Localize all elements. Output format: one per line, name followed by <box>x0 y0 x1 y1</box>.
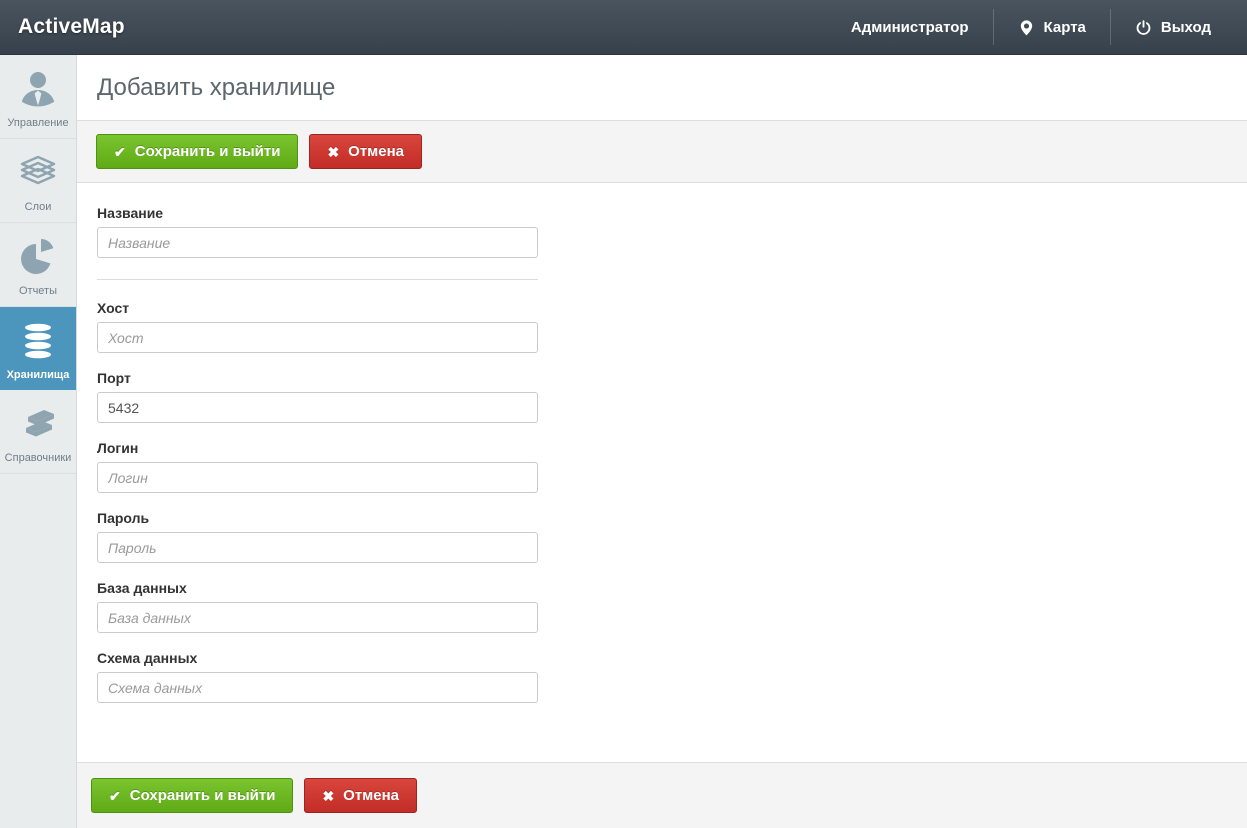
sidebar-item-label: Справочники <box>2 452 74 464</box>
bottom-toolbar: ✔ Сохранить и выйти ✖ Отмена <box>77 762 1247 828</box>
save-button-label: Сохранить и выйти <box>135 143 281 160</box>
field-group-host: Хост <box>97 300 538 353</box>
app-header: ActiveMap Администратор Карта Выход <box>0 0 1247 55</box>
cross-icon: ✖ <box>327 145 339 159</box>
app-logo[interactable]: ActiveMap <box>0 15 125 39</box>
field-label-login: Логин <box>97 440 538 456</box>
top-toolbar: ✔ Сохранить и выйти ✖ Отмена <box>77 120 1247 183</box>
storage-form: Название Хост Порт Логин Пароль База данных Сх… <box>77 183 1247 762</box>
pie-chart-icon <box>18 236 58 278</box>
schema-input[interactable] <box>97 672 538 703</box>
check-icon: ✔ <box>109 789 121 803</box>
sidebar-item-layers[interactable]: Слои <box>0 139 76 223</box>
sidebar-item-label: Управление <box>2 117 74 129</box>
field-label-name: Название <box>97 205 538 221</box>
page-title: Добавить хранилище <box>97 74 1227 102</box>
field-group-port: Порт <box>97 370 538 423</box>
save-button[interactable]: ✔ Сохранить и выйти <box>96 134 298 169</box>
field-divider <box>97 279 538 280</box>
database-icon <box>18 320 58 362</box>
header-logout-label: Выход <box>1161 19 1211 36</box>
login-input[interactable] <box>97 462 538 493</box>
database-input[interactable] <box>97 602 538 633</box>
user-icon <box>18 68 58 110</box>
header-map-link[interactable]: Карта <box>994 0 1110 54</box>
field-label-schema: Схема данных <box>97 650 538 666</box>
field-group-schema: Схема данных <box>97 650 538 703</box>
sidebar-item-management[interactable]: Управление <box>0 55 76 139</box>
sidebar-item-dictionaries[interactable]: Справочники <box>0 390 76 474</box>
header-map-label: Карта <box>1044 19 1086 36</box>
field-label-host: Хост <box>97 300 538 316</box>
field-label-password: Пароль <box>97 510 538 526</box>
cancel-button[interactable]: ✖ Отмена <box>309 134 422 169</box>
sidebar-item-reports[interactable]: Отчеты <box>0 223 76 307</box>
field-group-database: База данных <box>97 580 538 633</box>
sidebar-item-label: Хранилища <box>2 369 74 381</box>
field-group-login: Логин <box>97 440 538 493</box>
layers-icon <box>18 152 58 194</box>
save-button[interactable]: ✔ Сохранить и выйти <box>91 778 293 813</box>
name-input[interactable] <box>97 227 538 258</box>
main-content: Добавить хранилище ✔ Сохранить и выйти ✖… <box>77 55 1247 828</box>
header-user-label: Администратор <box>851 19 969 36</box>
sidebar-item-label: Слои <box>2 201 74 213</box>
header-logout-link[interactable]: Выход <box>1111 0 1235 54</box>
sidebar: Управление Слои Отчеты Хранилища Справочники <box>0 55 77 828</box>
title-area: Добавить хранилище <box>77 55 1247 120</box>
field-group-password: Пароль <box>97 510 538 563</box>
port-input[interactable] <box>97 392 538 423</box>
power-icon <box>1135 19 1152 36</box>
password-input[interactable] <box>97 532 538 563</box>
save-button-label: Сохранить и выйти <box>130 787 276 804</box>
check-icon: ✔ <box>114 145 126 159</box>
cancel-button-label: Отмена <box>348 143 404 160</box>
header-user-menu[interactable]: Администратор <box>827 0 993 54</box>
cancel-button-label: Отмена <box>343 787 399 804</box>
header-nav: Администратор Карта Выход <box>827 0 1247 54</box>
sidebar-item-storages[interactable]: Хранилища <box>0 307 76 390</box>
field-label-database: База данных <box>97 580 538 596</box>
cross-icon: ✖ <box>322 789 334 803</box>
field-group-name: Название <box>97 205 538 258</box>
map-pin-icon <box>1018 19 1035 36</box>
field-label-port: Порт <box>97 370 538 386</box>
books-icon <box>18 403 58 445</box>
cancel-button[interactable]: ✖ Отмена <box>304 778 417 813</box>
host-input[interactable] <box>97 322 538 353</box>
sidebar-item-label: Отчеты <box>2 285 74 297</box>
